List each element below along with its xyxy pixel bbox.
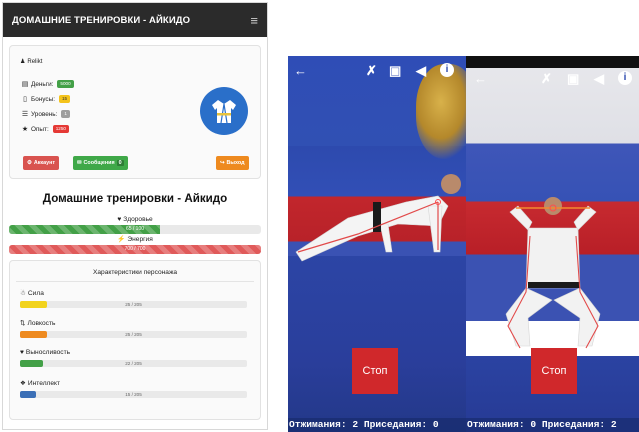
flash-off-icon[interactable]: ✗ (541, 72, 552, 85)
attribute-value: 25 / 205 (125, 302, 142, 307)
health-label: Здоровье (123, 216, 153, 223)
black-belt (528, 282, 580, 288)
attribute-stamina: ♥ Выносливость 22 / 205 (20, 349, 250, 367)
strength-icon: ☃ (20, 290, 26, 297)
info-icon[interactable]: i (618, 71, 632, 85)
exercise-counter: Отжимания: 2 Приседания: 0 (288, 418, 466, 432)
characteristics-card: Характеристики персонажа ☃ Сила 25 / 205… (9, 260, 261, 420)
attribute-agility: ⇅ Ловкость 25 / 205 (20, 319, 250, 338)
camera-switch-icon[interactable]: ▣ (567, 72, 579, 85)
athlete-head (441, 174, 461, 194)
flash-off-icon[interactable]: ✗ (366, 64, 377, 77)
health-label-row: ♥ Здоровье (3, 216, 267, 223)
logout-icon: ↪ (220, 160, 225, 166)
camera-view-squats: ← ✗ ▣ ◀ i Стоп Отжимания: 0 Приседания: … (466, 56, 639, 432)
hamburger-icon[interactable]: ≡ (250, 14, 258, 27)
stat-label: Деньги: (31, 80, 54, 88)
stat-label: Бонусы: (31, 95, 55, 103)
attribute-label-row: ♥ Выносливость (20, 349, 250, 356)
energy-label-row: ⚡ Энергия (3, 235, 267, 244)
back-arrow-icon[interactable]: ← (474, 72, 487, 85)
avatar[interactable] (200, 87, 248, 135)
account-button[interactable]: ⚙ Аккаунт (23, 156, 60, 170)
attribute-label-row: ☃ Сила (20, 289, 250, 298)
mute-icon[interactable]: ◀ (416, 64, 426, 77)
attribute-label: Выносливость (25, 349, 71, 356)
energy-label: Энергия (127, 235, 153, 243)
attribute-bar: 15 / 205 (20, 391, 247, 398)
attribute-label-row: ❖ Интеллект (20, 379, 250, 388)
gear-icon: ⚙ (27, 160, 32, 166)
attribute-intellect: ❖ Интеллект 15 / 205 (20, 379, 250, 398)
messages-count: 0 (116, 160, 124, 166)
messages-button-label: Сообщения (83, 160, 115, 166)
attribute-value: 25 / 205 (125, 332, 142, 337)
stat-label: Уровень: (31, 110, 58, 118)
username: Relikt (27, 58, 43, 65)
level-badge: 1 (61, 110, 70, 118)
stat-money: ▤ Деньги: 5000 (21, 80, 74, 88)
bonus-icon: ▯ (23, 96, 27, 103)
stat-label: Опыт: (31, 125, 49, 133)
attribute-bar: 25 / 205 (20, 331, 247, 338)
level-icon: ☰ (21, 111, 29, 118)
envelope-icon: ✉ (77, 160, 82, 166)
camera-switch-icon[interactable]: ▣ (389, 64, 401, 77)
health-bar-text: 65 / 100 (125, 226, 145, 232)
account-button-label: Аккаунт (33, 160, 56, 166)
energy-bar: 700 / 700 (9, 245, 261, 254)
attribute-bar: 25 / 205 (20, 301, 247, 308)
energy-bar-text: 700 / 700 (124, 246, 146, 252)
attribute-label-row: ⇅ Ловкость (20, 319, 250, 328)
health-bar: 65 / 100 (9, 225, 261, 234)
heart-icon: ♥ (117, 216, 122, 223)
attribute-strength: ☃ Сила 25 / 205 (20, 289, 250, 308)
star-icon: ★ (21, 126, 29, 133)
lightning-icon: ⚡ (117, 236, 126, 243)
mute-icon[interactable]: ◀ (594, 72, 604, 85)
back-arrow-icon[interactable]: ← (294, 64, 307, 77)
kimono-icon (212, 100, 236, 124)
aikido-web-app: ДОМАШНИЕ ТРЕНИРОВКИ - АЙКИДО ≡ ♟ Relikt … (2, 2, 268, 430)
money-badge: 5000 (57, 80, 74, 88)
info-icon[interactable]: i (440, 63, 454, 77)
user-icon: ♟ (20, 59, 26, 65)
athlete-head (544, 197, 562, 215)
health-section: ♥ Здоровье 65 / 100 (3, 216, 267, 234)
logout-button-label: Выход (226, 160, 245, 166)
agility-icon: ⇅ (20, 320, 26, 327)
stat-bonus: ▯ Бонусы: 15 (21, 95, 71, 103)
screenshot-stage: ДОМАШНИЕ ТРЕНИРОВКИ - АЙКИДО ≡ ♟ Relikt … (0, 0, 639, 432)
attribute-label: Сила (27, 289, 44, 297)
exercise-counter: Отжимания: 0 Приседания: 2 (466, 418, 639, 432)
navbar-title[interactable]: ДОМАШНИЕ ТРЕНИРОВКИ - АЙКИДО (12, 15, 190, 26)
energy-section: ⚡ Энергия 700 / 700 (3, 235, 267, 254)
experience-badge: 1250 (52, 125, 69, 133)
stop-button[interactable]: Стоп (352, 348, 398, 394)
money-icon: ▤ (21, 81, 29, 88)
messages-button[interactable]: ✉ Сообщения 0 (73, 156, 128, 170)
attribute-value: 15 / 205 (125, 392, 142, 397)
username-row: ♟ Relikt (20, 58, 43, 66)
stat-experience: ★ Опыт: 1250 (21, 125, 69, 133)
profile-card: ♟ Relikt ▤ Деньги: 5000 ▯ Бонусы: 15 ☰ У… (9, 45, 261, 179)
heart-icon: ♥ (20, 349, 24, 356)
camera-view-pushups: ← ✗ ▣ ◀ i Стоп Отжимания: 2 Приседания: … (288, 56, 466, 432)
brain-icon: ❖ (20, 380, 26, 387)
bonus-badge: 15 (58, 95, 71, 103)
characteristics-title: Характеристики персонажа (16, 269, 254, 282)
stat-level: ☰ Уровень: 1 (21, 110, 70, 118)
stop-button[interactable]: Стоп (531, 348, 577, 394)
attribute-value: 22 / 205 (125, 361, 142, 366)
logout-button[interactable]: ↪ Выход (216, 156, 249, 170)
top-navbar: ДОМАШНИЕ ТРЕНИРОВКИ - АЙКИДО ≡ (3, 3, 267, 37)
attribute-bar: 22 / 205 (20, 360, 247, 367)
attribute-label: Ловкость (27, 319, 56, 327)
page-title: Домашние тренировки - Айкидо (42, 192, 228, 205)
attribute-label: Интеллект (27, 379, 61, 387)
